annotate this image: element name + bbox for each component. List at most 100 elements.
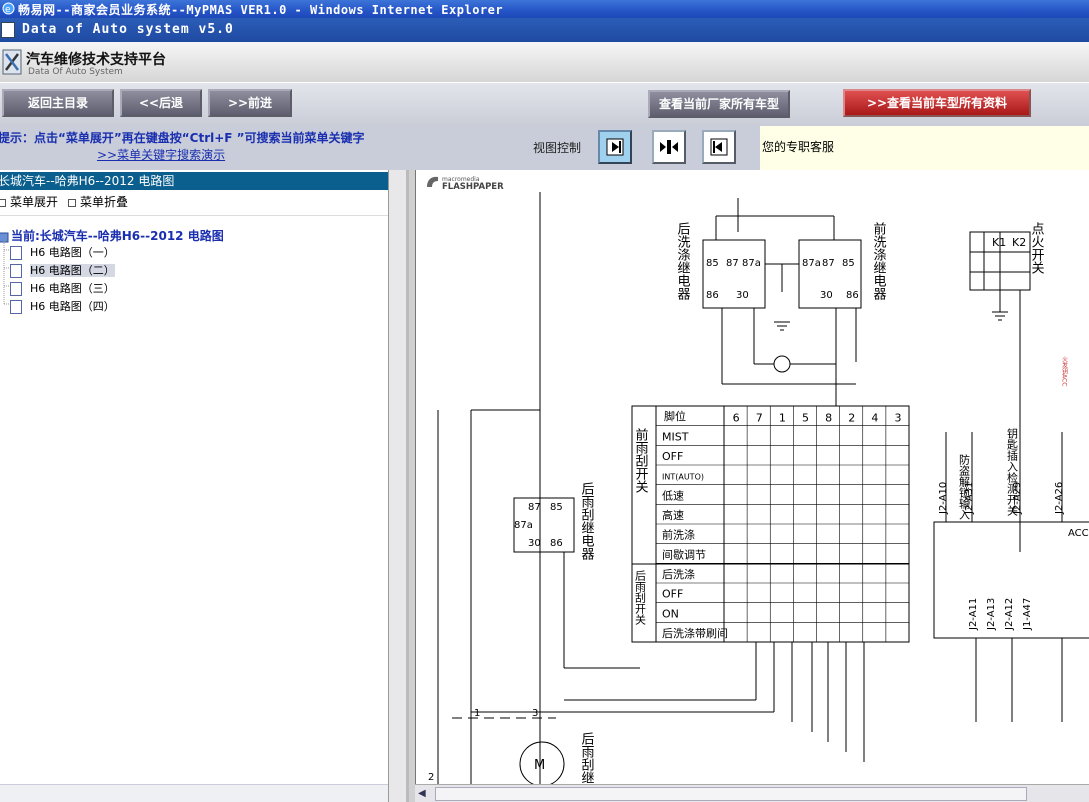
wiring-diagram: 后洗涤继电器 前洗涤继电器 后雨刮继电器 点火开关 后雨刮继电器 前雨刮开关 后… bbox=[428, 192, 1089, 784]
switch-columns: 6 7 1 5 8 2 4 3 bbox=[733, 412, 902, 425]
document-icon bbox=[10, 264, 22, 278]
switch-row-label: 前洗涤 bbox=[662, 528, 695, 542]
service-box: 您的专职客服 bbox=[760, 126, 1089, 170]
rear-wiper-relay-label: 后雨刮继电器 bbox=[579, 482, 595, 561]
view-expand-right-button[interactable] bbox=[598, 130, 632, 164]
tree-item[interactable]: H6 电路图（四） bbox=[10, 298, 115, 314]
switch-rows: MIST OFF INT(AUTO) 低速高速前洗涤间歇调节后洗涤 OFF ON 后洗涤带刷… bbox=[662, 430, 728, 640]
window-title: 畅易网--商家会员业务系统--MyPMAS VER1.0 - Windows I… bbox=[18, 3, 504, 17]
arrow-right-icon bbox=[606, 138, 624, 156]
back-button[interactable]: <<后退 bbox=[120, 89, 202, 117]
switch-grid bbox=[656, 406, 909, 642]
connector-pin-label: J2-A12 bbox=[1004, 598, 1015, 631]
app-strip-title: Data of Auto system v5.0 bbox=[22, 22, 234, 37]
relay-pin: 87 bbox=[726, 258, 739, 269]
all-data-button[interactable]: >>查看当前车型所有资料 bbox=[843, 89, 1031, 117]
svg-text:e: e bbox=[5, 5, 11, 15]
relay-pin: 85 bbox=[842, 258, 855, 269]
tree-root[interactable]: 当前:长城汽车--哈弗H6--2012 电路图 bbox=[0, 227, 224, 244]
switch-row-label: ON bbox=[662, 607, 679, 620]
connector-pin-label: J2-A10 bbox=[938, 482, 949, 515]
motor-m-label: M bbox=[534, 758, 545, 773]
relay-pin: 86 bbox=[846, 290, 859, 301]
relay-pin: 87a bbox=[802, 258, 821, 269]
switch-row-label: 低速 bbox=[662, 489, 684, 502]
connector-pin-label: J2-A29 bbox=[1012, 482, 1023, 515]
switch-column-label: 1 bbox=[779, 412, 786, 425]
main-toolbar: 返回主目录 <<后退 >>前进 查看当前厂家所有车型 >>查看当前车型所有资料 bbox=[0, 82, 1089, 127]
tree-item-label: H6 电路图（二） bbox=[30, 264, 115, 277]
panel-splitter[interactable] bbox=[389, 170, 409, 802]
relay-pin: 87 bbox=[822, 258, 835, 269]
search-hint: 提示：点击“菜单展开”再在键盘按“Ctrl+F ”可搜索当前菜单关键字 bbox=[0, 131, 365, 145]
tree-item-label: H6 电路图（一） bbox=[30, 246, 115, 259]
window-titlebar: e 畅易网--商家会员业务系统--MyPMAS VER1.0 - Windows… bbox=[0, 0, 1089, 18]
acc-label: ACC bbox=[1068, 528, 1089, 539]
relay-pin: 87a bbox=[742, 258, 761, 269]
menu-panel: 长城汽车--哈弗H6--2012 电路图 菜单展开 菜单折叠 当前:长城汽车--… bbox=[0, 170, 389, 802]
relay-pin: 30 bbox=[528, 538, 541, 549]
rear-wiper-motor-label: 后雨刮继电器 bbox=[579, 732, 595, 784]
collapse-label: 菜单折叠 bbox=[80, 195, 129, 209]
switch-column-label: 6 bbox=[733, 412, 740, 425]
scroll-thumb[interactable] bbox=[435, 787, 1027, 801]
tree-item-label: H6 电路图（四） bbox=[30, 300, 115, 313]
switch-row-label: 高速 bbox=[662, 508, 684, 522]
platform-subtitle: Data Of Auto System bbox=[28, 67, 123, 77]
switch-column-label: 8 bbox=[825, 412, 832, 425]
relay-pin: 30 bbox=[820, 290, 833, 301]
tree-item[interactable]: H6 电路图（三） bbox=[10, 280, 115, 296]
home-button[interactable]: 返回主目录 bbox=[2, 89, 114, 117]
collapse-menu-button[interactable]: 菜单折叠 bbox=[68, 193, 128, 210]
tree-item[interactable]: H6 电路图（一） bbox=[10, 244, 115, 260]
rear-wiper-switch-label: 后雨刮开关 bbox=[634, 570, 647, 626]
expand-menu-button[interactable]: 菜单展开 bbox=[0, 193, 58, 210]
expand-icon bbox=[0, 198, 6, 207]
service-label: 您的专职客服 bbox=[762, 140, 835, 154]
menu-hscrollbar[interactable] bbox=[0, 784, 388, 802]
pin-2-label: 2 bbox=[428, 772, 434, 783]
switch-column-label: 4 bbox=[871, 412, 878, 425]
view-expand-left-button[interactable] bbox=[702, 130, 736, 164]
connector-pin-label: J2-A31 bbox=[964, 482, 975, 515]
app-header: 汽车维修技术支持平台 Data Of Auto System bbox=[0, 42, 1089, 82]
tree-root-label: 当前:长城汽车--哈弗H6--2012 电路图 bbox=[11, 229, 224, 243]
all-models-button[interactable]: 查看当前厂家所有车型 bbox=[648, 90, 790, 118]
switch-column-label: 3 bbox=[894, 412, 901, 425]
connector-pin-label: J2-A11 bbox=[968, 598, 979, 631]
ignition-switch-label: 点火开关 bbox=[1029, 222, 1045, 274]
connector-pin-label: J1-A47 bbox=[1022, 598, 1033, 631]
viewer-hscrollbar[interactable]: ◀ bbox=[415, 784, 1089, 802]
acc-hand-label: 火发钥ACC bbox=[1061, 356, 1068, 386]
pos-label: 脚位 bbox=[664, 409, 686, 423]
flashpaper-logo: macromedia FLASHPAPER bbox=[427, 176, 504, 191]
split-view-icon bbox=[660, 140, 678, 154]
forward-button[interactable]: >>前进 bbox=[208, 89, 292, 117]
relay-pin: 85 bbox=[706, 258, 719, 269]
front-wiper-switch-label: 前雨刮开关 bbox=[633, 427, 649, 493]
platform-title: 汽车维修技术支持平台 bbox=[26, 52, 166, 68]
expand-label: 菜单展开 bbox=[10, 195, 59, 209]
arrow-left-icon bbox=[710, 138, 728, 156]
hint-row: 提示：点击“菜单展开”再在键盘按“Ctrl+F ”可搜索当前菜单关键字 >>菜单… bbox=[0, 126, 1089, 170]
switch-column-label: 7 bbox=[756, 412, 763, 425]
relay-pin: 86 bbox=[706, 290, 719, 301]
switch-row-label: 间歇调节 bbox=[662, 548, 706, 561]
tree-item-selected[interactable]: H6 电路图（二） bbox=[10, 262, 115, 278]
flashpaper-page: macromedia FLASHPAPER 后洗涤继电器 前洗涤继电器 后雨刮继… bbox=[415, 170, 1089, 784]
relay-pin: 86 bbox=[550, 538, 563, 549]
menu-tools: 菜单展开 菜单折叠 bbox=[0, 193, 388, 216]
switch-column-label: 5 bbox=[802, 412, 809, 425]
relay-pin: 87 bbox=[528, 502, 541, 513]
k2-label: K2 bbox=[1012, 236, 1026, 249]
scroll-left-icon[interactable]: ◀ bbox=[418, 788, 426, 799]
switch-row-label: OFF bbox=[662, 588, 683, 601]
rear-washer-relay-label: 后洗涤继电器 bbox=[675, 222, 691, 301]
view-control-label: 视图控制 bbox=[533, 141, 582, 155]
switch-row-label: 后洗涤 bbox=[662, 567, 695, 581]
pin-3-label: 3 bbox=[532, 708, 538, 719]
switch-row-label: OFF bbox=[662, 450, 683, 463]
search-demo-link[interactable]: >>菜单关键字搜索演示 bbox=[97, 146, 225, 163]
brand-main: FLASHPAPER bbox=[442, 182, 504, 191]
view-split-button[interactable] bbox=[652, 130, 686, 164]
